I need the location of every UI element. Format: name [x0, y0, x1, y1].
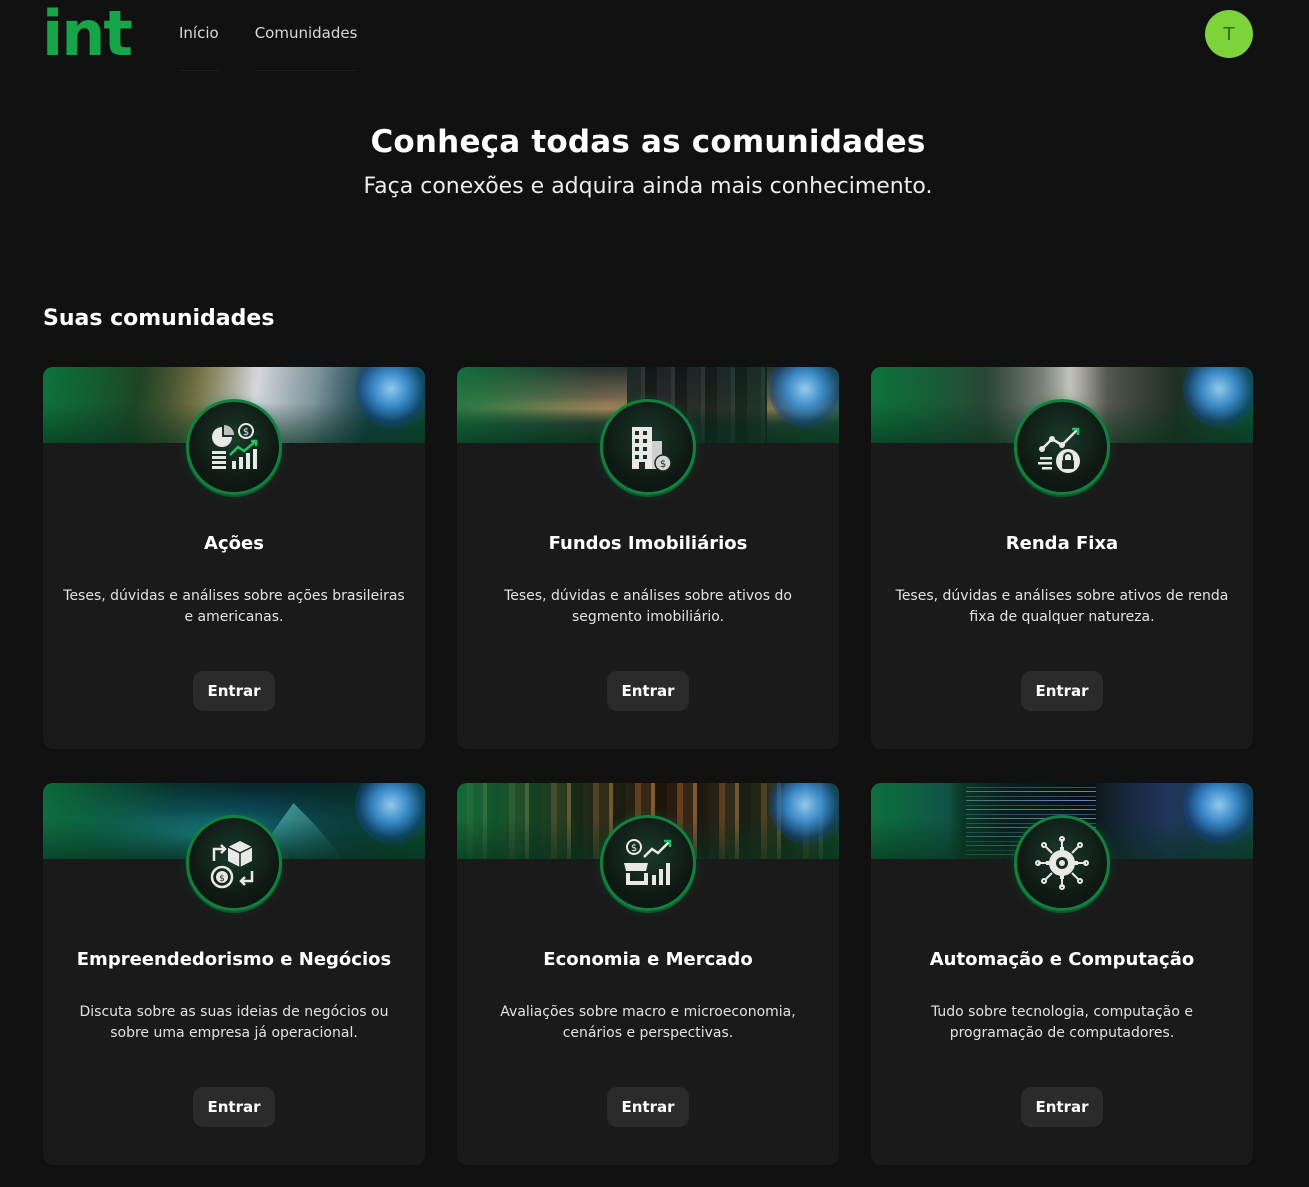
communities-grid: $ Ações Teses, dúvidas e análises sobre … [43, 367, 1253, 1165]
chart-money-icon: $ [186, 399, 282, 495]
card-title: Automação e Computação [929, 949, 1195, 970]
enter-button[interactable]: Entrar [607, 671, 689, 711]
growth-lock-icon [1014, 399, 1110, 495]
card-title: Ações [204, 533, 264, 554]
page-subtitle: Faça conexões e adquira ainda mais conhe… [363, 174, 933, 199]
card-description: Teses, dúvidas e análises sobre ações br… [63, 588, 405, 625]
nav-item-inicio[interactable]: Início [179, 22, 219, 71]
card-description: Teses, dúvidas e análises sobre ativos d… [895, 588, 1229, 625]
enter-button[interactable]: Entrar [1021, 1087, 1103, 1127]
enter-button[interactable]: Entrar [607, 1087, 689, 1127]
community-card-automacao-computacao: Automação e Computação Tudo sobre tecnol… [871, 783, 1253, 1165]
enter-button[interactable]: Entrar [1021, 671, 1103, 711]
brand-logo[interactable]: int [42, 0, 133, 68]
card-title: Renda Fixa [1005, 533, 1119, 554]
community-card-empreendedorismo: $ Empreendedorismo e Negócios Discuta so… [43, 783, 425, 1165]
community-card-renda-fixa: Renda Fixa Teses, dúvidas e análises sob… [871, 367, 1253, 749]
market-growth-icon: $ [600, 815, 696, 911]
card-title: Empreendedorismo e Negócios [76, 949, 392, 970]
main-nav: Início Comunidades [179, 22, 358, 71]
svg-text:$: $ [631, 843, 637, 854]
page-title: Conheça todas as comunidades [370, 124, 926, 160]
card-description: Avaliações sobre macro e microeconomia, … [500, 1004, 796, 1041]
card-title: Economia e Mercado [543, 949, 753, 970]
card-description: Teses, dúvidas e análises sobre ativos d… [504, 588, 792, 625]
card-title: Fundos Imobiliários [548, 533, 748, 554]
svg-text:$: $ [243, 427, 249, 438]
gear-circuit-icon [1014, 815, 1110, 911]
card-description: Tudo sobre tecnologia, computação e prog… [930, 1004, 1194, 1041]
enter-button[interactable]: Entrar [193, 1087, 275, 1127]
community-card-economia-mercado: $ Economia e Mercado Avaliações sobre ma… [457, 783, 839, 1165]
svg-text:$: $ [219, 874, 225, 884]
nav-item-comunidades[interactable]: Comunidades [254, 22, 358, 71]
community-card-fundos-imobiliarios: $ Fundos Imobiliários Teses, dúvidas e a… [457, 367, 839, 749]
svg-text:$: $ [660, 459, 666, 470]
exchange-box-icon: $ [186, 815, 282, 911]
card-description: Discuta sobre as suas ideias de negócios… [79, 1004, 389, 1041]
top-header: int Início Comunidades T [0, 0, 1309, 74]
user-avatar[interactable]: T [1205, 10, 1253, 58]
section-title: Suas comunidades [43, 306, 275, 331]
enter-button[interactable]: Entrar [193, 671, 275, 711]
building-money-icon: $ [600, 399, 696, 495]
community-card-acoes: $ Ações Teses, dúvidas e análises sobre … [43, 367, 425, 749]
